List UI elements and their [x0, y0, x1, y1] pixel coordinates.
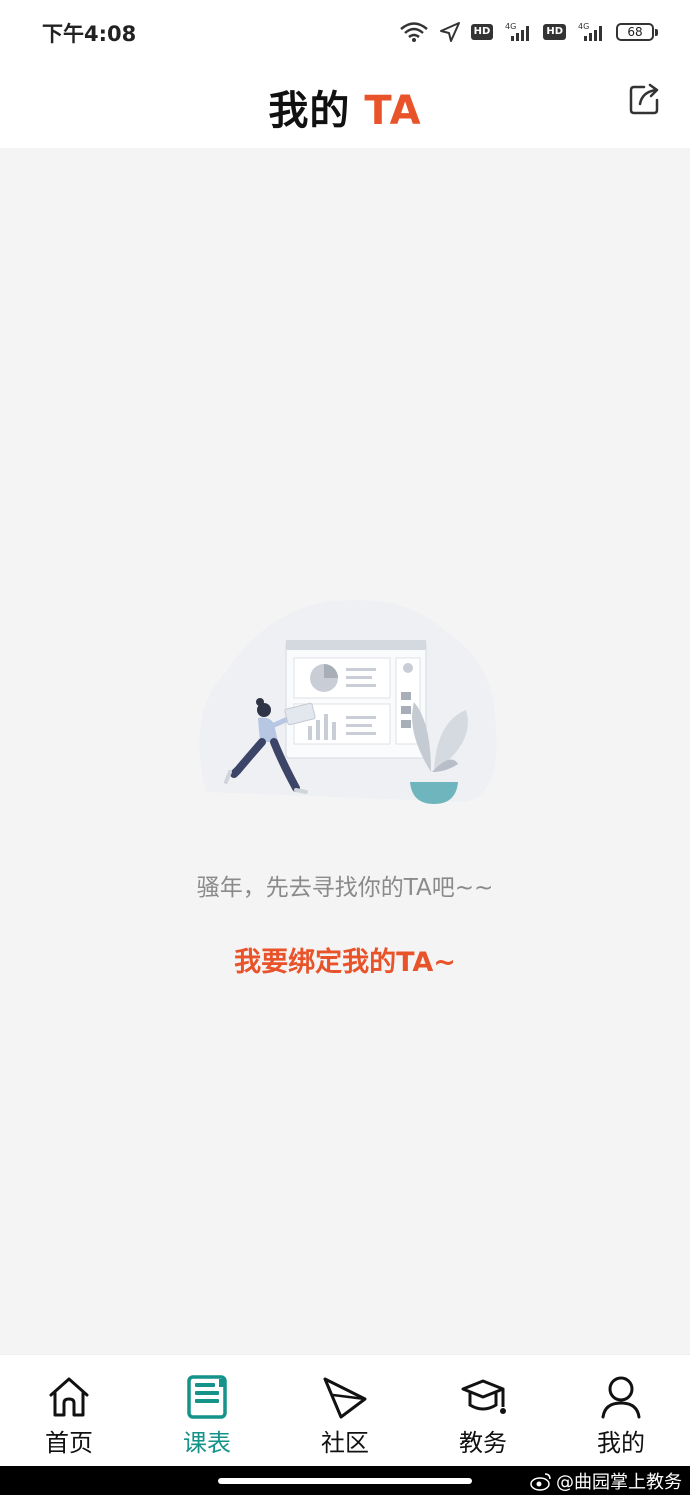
gesture-area: @曲园掌上教务 — [0, 1466, 690, 1495]
tab-home[interactable]: 首页 — [0, 1355, 138, 1467]
paper-plane-icon — [323, 1377, 367, 1419]
tab-label: 我的 — [597, 1429, 645, 1457]
location-icon — [439, 22, 460, 42]
tab-mine[interactable]: 我的 — [552, 1355, 690, 1467]
watermark: @曲园掌上教务 — [530, 1468, 682, 1494]
header: 我的 TA — [0, 64, 690, 148]
tab-label: 社区 — [321, 1429, 369, 1457]
status-icons: HD 4G HD 4G 68 — [399, 16, 658, 48]
user-icon — [601, 1376, 641, 1419]
tab-label: 教务 — [459, 1429, 507, 1457]
svg-text:4G: 4G — [578, 22, 589, 31]
home-icon — [49, 1377, 89, 1417]
main-content: 骚年，先去寻找你的TA吧~~ 我要绑定我的TA~ — [0, 148, 690, 1354]
weibo-icon — [530, 1473, 551, 1491]
page-title: 我的 TA — [0, 78, 690, 136]
status-time: 下午4:08 — [42, 22, 137, 46]
tab-schedule[interactable]: 课表 — [138, 1355, 276, 1467]
share-button[interactable] — [628, 82, 662, 116]
page-title-main: 我的 — [268, 88, 351, 134]
svg-text:4G: 4G — [505, 22, 516, 31]
signal-icon: 4G — [578, 22, 602, 41]
tab-label: 首页 — [45, 1429, 93, 1457]
page-title-accent: TA — [364, 88, 422, 134]
bind-partner-link[interactable]: 我要绑定我的TA~ — [0, 940, 690, 979]
hd-badge: HD — [470, 24, 494, 40]
hd-badge: HD — [543, 24, 566, 40]
share-icon — [629, 83, 659, 115]
bottom-tab-bar: 首页 课表 社区 教务 我的 — [0, 1354, 690, 1467]
schedule-icon — [187, 1375, 227, 1419]
empty-state-illustration — [199, 600, 497, 804]
signal-icon: 4G — [505, 22, 530, 41]
empty-state-text: 骚年，先去寻找你的TA吧~~ — [196, 875, 494, 901]
graduation-cap-icon — [461, 1379, 506, 1414]
battery-icon: 68 — [616, 23, 658, 41]
home-indicator[interactable] — [218, 1478, 472, 1484]
status-bar: 下午4:08 HD 4G HD 4G 68 — [0, 0, 690, 64]
tab-academic[interactable]: 教务 — [414, 1355, 552, 1467]
watermark-text: @曲园掌上教务 — [556, 1472, 682, 1493]
tab-label: 课表 — [183, 1429, 231, 1457]
tab-community[interactable]: 社区 — [276, 1355, 414, 1467]
wifi-icon — [399, 22, 428, 42]
